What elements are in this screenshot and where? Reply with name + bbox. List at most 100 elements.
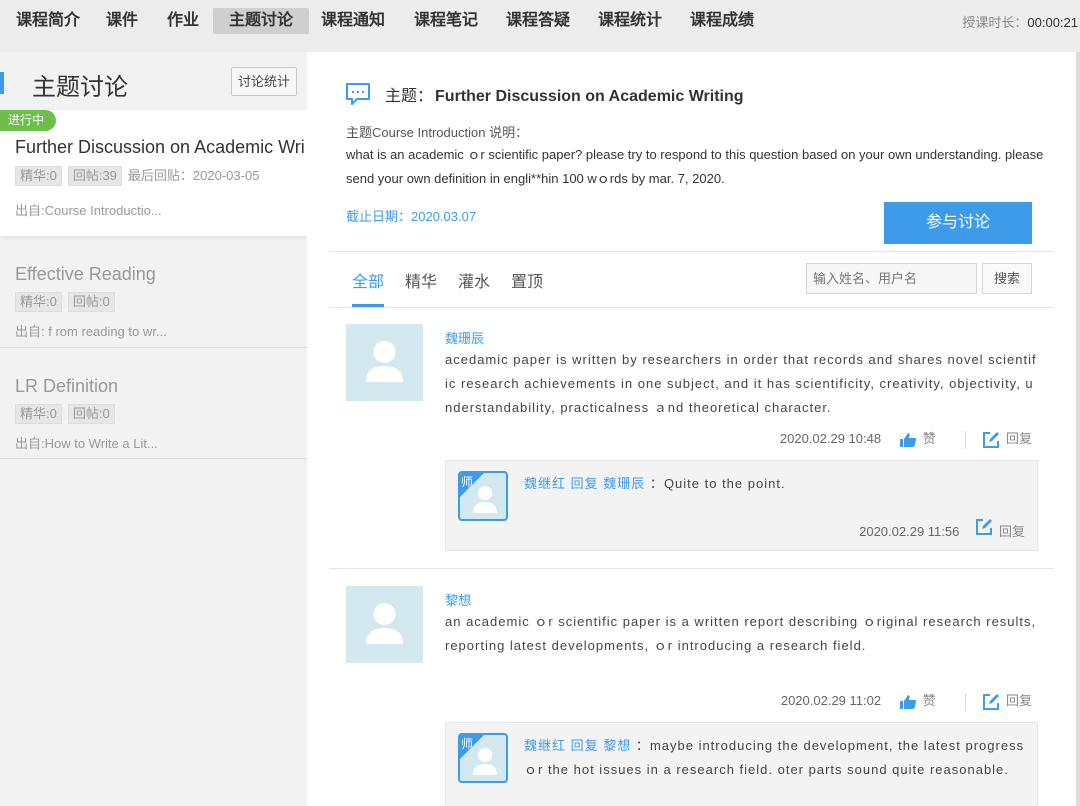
teacher-tag: 师 — [461, 737, 474, 751]
tab-course-notice[interactable]: 课程通知 — [305, 8, 401, 34]
reply-content: maybe introducing the development, the l… — [524, 738, 1025, 777]
topic-description: what is an academic ｏr scientific paper?… — [346, 147, 1044, 186]
divider — [329, 568, 1054, 569]
topic-title[interactable]: Effective Reading — [15, 264, 305, 285]
reply-colon: ： — [649, 476, 664, 491]
topic-deadline: 截止日期：2020.03.07 — [346, 209, 477, 224]
reply-count: 回帖:0 — [67, 292, 115, 312]
user-silhouette-icon — [366, 603, 403, 644]
topic-item-academic-writing[interactable]: 进行中 Further Discussion on Academic Writi… — [0, 110, 307, 236]
teaching-timer: 授课时长：00:00:21 — [962, 12, 1078, 31]
reply-colon: ： — [635, 738, 650, 753]
post-time: 2020.02.29 10:48 — [779, 431, 882, 446]
tab-course-qa[interactable]: 课程答疑 — [490, 8, 586, 34]
tab-courseware[interactable]: 课件 — [90, 8, 154, 34]
topic-item-lr-definition[interactable]: LR Definition 精华:0 回帖:0 出自:How to Write a… — [0, 348, 307, 459]
reply-edit-icon[interactable] — [982, 431, 1000, 449]
reply-text: 魏继红 回复 魏珊辰 ：Quite to the point. — [524, 472, 1029, 496]
thumbs-up-icon[interactable] — [899, 432, 917, 448]
filter-tab-pinned[interactable]: 置顶 — [511, 268, 543, 292]
topic-intro-line: 主题Course Introduction 说明： — [346, 125, 529, 140]
discussion-stats-button[interactable]: 讨论统计 — [231, 67, 297, 96]
sidebar-header: 主题讨论 讨论统计 — [0, 52, 307, 110]
like-button[interactable]: 赞 — [923, 693, 936, 708]
topic-title[interactable]: LR Definition — [15, 376, 305, 397]
post-body: acedamic paper is written by researchers… — [445, 352, 1037, 415]
post-meta: 2020.02.29 11:02 赞 回复 — [781, 690, 1032, 711]
tab-homework[interactable]: 作业 — [151, 8, 215, 34]
topic-heading-label: 主题： — [385, 88, 434, 105]
chat-bubble-icon — [346, 83, 370, 105]
tab-course-notes[interactable]: 课程笔记 — [398, 8, 494, 34]
divider — [965, 692, 967, 711]
reply-button[interactable]: 回复 — [1006, 431, 1032, 446]
featured-count: 精华:0 — [15, 292, 62, 312]
post-item: 黎想 an academic ｏr scientific paper is a … — [329, 570, 1054, 806]
discussion-main: 主题： Further Discussion on Academic Writin… — [307, 52, 1076, 806]
status-badge: 进行中 — [0, 110, 56, 131]
reply-time: 2020.02.29 11:56 — [859, 524, 960, 539]
reply-count: 回帖:0 — [67, 404, 115, 424]
reply-text: 魏继红 回复 黎想 ：maybe introducing the develop… — [524, 734, 1029, 782]
reply-target[interactable]: 黎想 — [603, 738, 631, 753]
topic-badges: 精华:0 回帖:39 最后回贴：2020-03-05 — [15, 165, 259, 186]
tab-course-grades[interactable]: 课程成绩 — [674, 8, 770, 34]
sidebar-accent-bar — [0, 72, 4, 94]
timer-value: 00:00:21 — [1027, 15, 1078, 30]
scrollbar[interactable] — [1076, 52, 1080, 806]
divider — [329, 251, 1054, 252]
reply-verb: 回复 — [570, 476, 599, 491]
reply-button[interactable]: 回复 — [1006, 693, 1032, 708]
user-silhouette-icon — [366, 341, 403, 382]
search-input[interactable] — [806, 263, 977, 294]
topic-badges: 精华:0 回帖:0 — [15, 404, 121, 424]
featured-count: 精华:0 — [15, 166, 62, 186]
join-discussion-button[interactable]: 参与讨论 — [884, 202, 1032, 244]
post-item: 魏珊辰 acedamic paper is written by researc… — [329, 308, 1054, 569]
filter-tab-featured[interactable]: 精华 — [405, 268, 437, 292]
teacher-avatar: 师 — [458, 733, 508, 783]
topic-source: 出自:How to Write a Lit... — [15, 436, 158, 451]
post-author[interactable]: 魏珊辰 — [445, 328, 484, 347]
divider — [965, 430, 967, 449]
topic-title[interactable]: Further Discussion on Academic Writing — [15, 137, 305, 158]
avatar — [346, 586, 423, 663]
thumbs-up-icon[interactable] — [899, 694, 917, 710]
topic-heading-title: Further Discussion on Academic Writing — [435, 88, 744, 105]
teacher-tag: 师 — [461, 475, 474, 489]
timer-label: 授课时长： — [962, 15, 1028, 30]
filter-tab-all[interactable]: 全部 — [352, 268, 384, 292]
topic-badges: 精华:0 回帖:0 — [15, 292, 121, 312]
avatar — [346, 324, 423, 401]
reply-edit-icon[interactable] — [982, 693, 1000, 711]
topic-item-effective-reading[interactable]: Effective Reading 精华:0 回帖:0 出自: f rom rea… — [0, 250, 307, 348]
sidebar-title: 主题讨论 — [32, 74, 128, 101]
like-button[interactable]: 赞 — [923, 431, 936, 446]
top-nav: 课程简介 课件 作业 主题讨论 课程通知 课程笔记 课程答疑 课程统计 课程成绩… — [0, 0, 1080, 42]
post-body: an academic ｏr scientific paper is a wri… — [445, 614, 1037, 653]
topic-source: 出自:Course Introductio... — [15, 203, 162, 218]
reply-count: 回帖:39 — [67, 166, 122, 186]
search-button[interactable]: 搜索 — [982, 263, 1032, 294]
topic-sidebar: 主题讨论 讨论统计 进行中 Further Discussion on Acad… — [0, 52, 307, 806]
topic-heading: 主题： Further Discussion on Academic Writin… — [385, 82, 744, 106]
post-author[interactable]: 黎想 — [445, 590, 471, 609]
featured-count: 精华:0 — [15, 404, 62, 424]
reply-verb: 回复 — [570, 738, 599, 753]
tab-topic-discussion[interactable]: 主题讨论 — [213, 8, 310, 34]
post-time: 2020.02.29 11:02 — [780, 693, 882, 708]
reply-author[interactable]: 魏继红 — [524, 738, 566, 753]
reply-item: 师 魏继红 回复 黎想 ：maybe introducing the devel… — [445, 722, 1038, 806]
reply-target[interactable]: 魏珊辰 — [603, 476, 645, 491]
reply-author[interactable]: 魏继红 — [524, 476, 566, 491]
reply-meta: 2020.02.29 11:56 回复 — [859, 518, 1025, 540]
reply-button[interactable]: 回复 — [999, 524, 1025, 539]
reply-edit-icon[interactable] — [975, 518, 993, 536]
divider — [0, 458, 307, 459]
tab-course-stats[interactable]: 课程统计 — [582, 8, 678, 34]
last-reply-date: 最后回贴：2020-03-05 — [127, 168, 260, 183]
tab-course-intro[interactable]: 课程简介 — [0, 8, 96, 34]
reply-item: 师 魏继红 回复 魏珊辰 ：Quite to the point. 2020.0… — [445, 460, 1038, 551]
topic-source: 出自: f rom reading to wr... — [15, 324, 167, 339]
filter-tab-casual[interactable]: 灌水 — [458, 268, 490, 292]
